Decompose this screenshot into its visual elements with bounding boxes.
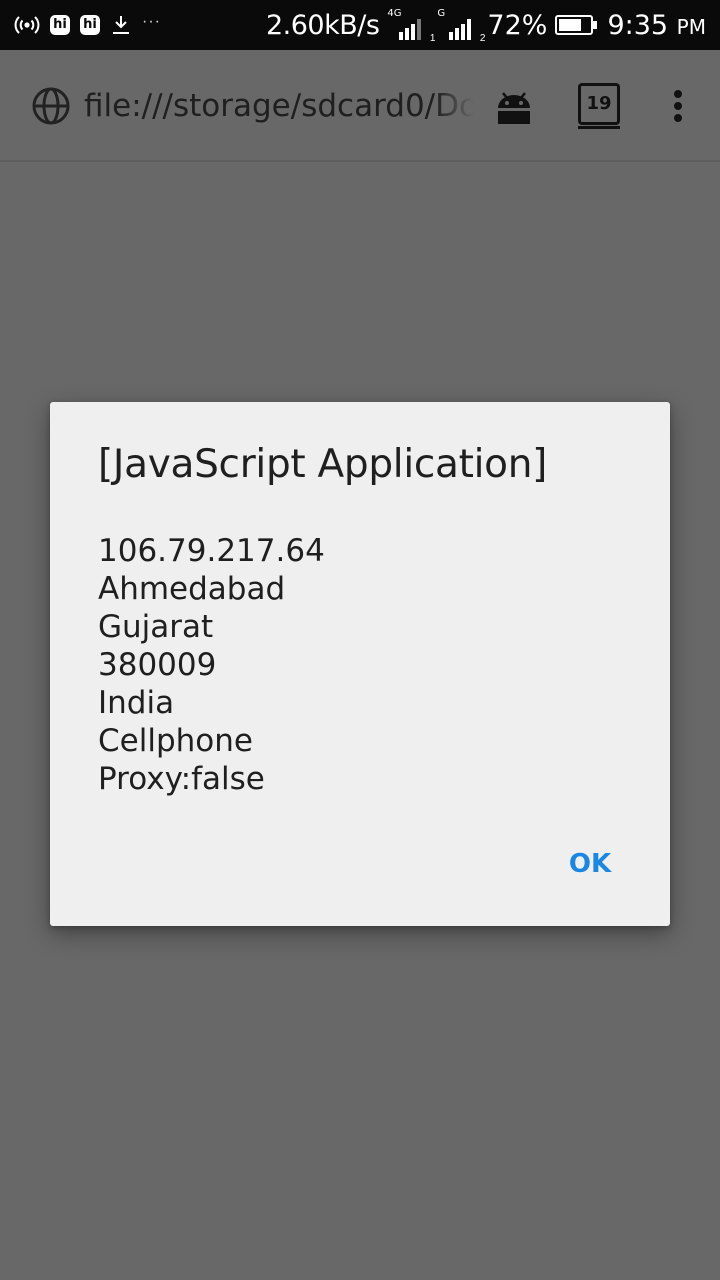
sim1-signal-icon: 4G 1 (387, 8, 435, 44)
message-line-proxy: Proxy:false (98, 761, 265, 797)
sim2-slot: 2 (479, 33, 486, 44)
clock-period: PM (676, 14, 706, 39)
battery-percent: 72% (487, 9, 548, 41)
system-status: 2.60kB/s 4G 1 G 2 72% 9:35 PM (265, 8, 706, 44)
message-line-city: Ahmedabad (98, 571, 286, 607)
message-line-postal-code: 380009 (98, 647, 217, 683)
message-line-connection-type: Cellphone (98, 723, 253, 759)
android-icon[interactable] (494, 86, 534, 126)
browser-toolbar: file:///storage/sdcard0/Download/ 19 (0, 50, 720, 162)
tab-count: 19 (586, 93, 612, 114)
network-speed: 2.60kB/s (265, 9, 380, 41)
hike-icon: hi (80, 15, 100, 35)
globe-icon[interactable] (31, 86, 71, 131)
battery-icon (555, 14, 599, 36)
ok-button[interactable]: OK (550, 842, 630, 886)
notification-icons: hi hi ··· (14, 10, 161, 40)
dialog-title: [JavaScript Application] (98, 442, 548, 487)
message-line-country: India (98, 685, 175, 721)
url-bar[interactable]: file:///storage/sdcard0/Download/ (84, 86, 474, 126)
download-icon (110, 14, 132, 36)
message-line-state: Gujarat (98, 609, 214, 645)
hotspot-icon (14, 15, 40, 35)
clock-time: 9:35 (607, 9, 669, 41)
sim1-slot: 1 (429, 33, 436, 44)
message-line-ip: 106.79.217.64 (98, 533, 325, 569)
sim2-network-type: G (437, 8, 446, 19)
dialog-message: 106.79.217.64 Ahmedabad Gujarat 380009 I… (98, 532, 325, 798)
sim2-signal-icon: G 2 (437, 8, 485, 44)
tabs-underline (578, 126, 620, 129)
clock: 9:35 PM (607, 10, 706, 41)
tabs-icon[interactable]: 19 (578, 83, 620, 125)
overflow-menu-icon[interactable] (668, 88, 688, 128)
status-bar: hi hi ··· 2.60kB/s 4G 1 G 2 72% 9:35 PM (0, 0, 720, 50)
hike-icon: hi (50, 15, 70, 35)
more-notifications-icon: ··· (142, 13, 161, 30)
url-text: file:///storage/sdcard0/Download/ (84, 88, 474, 124)
javascript-alert-dialog: [JavaScript Application] 106.79.217.64 A… (50, 402, 670, 926)
